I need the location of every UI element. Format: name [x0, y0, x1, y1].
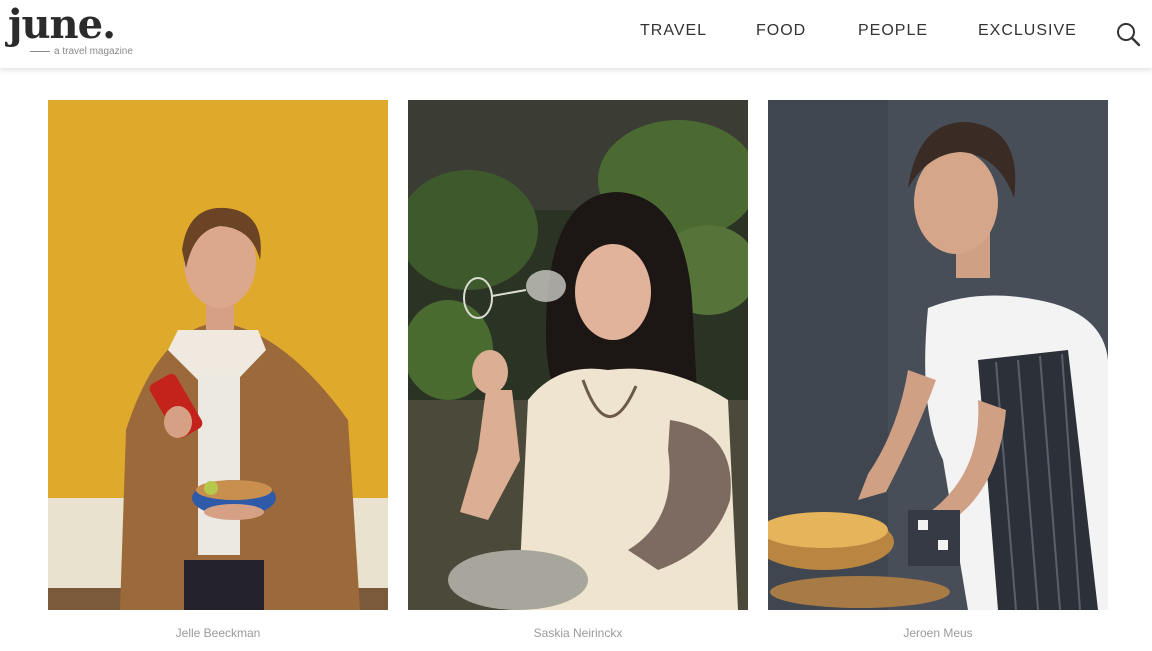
search-icon[interactable]: [1114, 20, 1142, 48]
person-card[interactable]: Jelle Beeckman: [48, 100, 388, 640]
nav-people[interactable]: PEOPLE: [858, 22, 928, 40]
person-name: Jeroen Meus: [903, 626, 973, 640]
person-photo[interactable]: [408, 100, 748, 610]
nav-exclusive[interactable]: EXCLUSIVE: [978, 22, 1077, 40]
nav-travel[interactable]: TRAVEL: [640, 22, 707, 40]
site-header: june. a travel magazine TRAVEL FOOD PEOP…: [0, 0, 1152, 68]
person-name: Saskia Neirinckx: [533, 626, 623, 640]
person-photo[interactable]: [48, 100, 388, 610]
logo-tagline: a travel magazine: [30, 46, 133, 57]
tagline-rule: [30, 50, 50, 52]
nav-food[interactable]: FOOD: [756, 22, 806, 40]
person-photo[interactable]: [768, 100, 1108, 610]
main-nav: TRAVEL FOOD PEOPLE EXCLUSIVE: [0, 22, 1152, 44]
person-card[interactable]: Saskia Neirinckx: [408, 100, 748, 640]
person-card[interactable]: Jeroen Meus: [768, 100, 1108, 640]
person-name: Jelle Beeckman: [175, 626, 261, 640]
tagline-text: a travel magazine: [54, 46, 133, 57]
